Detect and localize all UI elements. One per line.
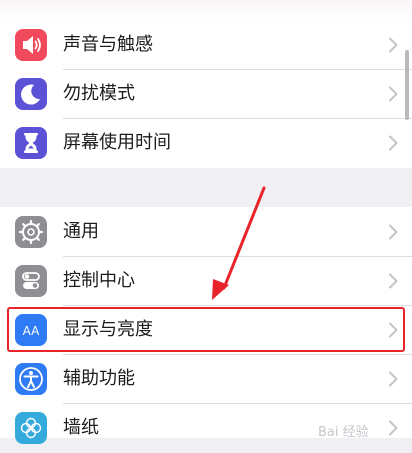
chevron-right-icon [388, 37, 398, 53]
settings-row-sounds[interactable]: 声音与触感 [0, 20, 412, 70]
highlight-box [7, 307, 405, 352]
settings-row-label: 声音与触感 [63, 34, 153, 55]
settings-row-label: 通用 [63, 221, 99, 242]
moon-icon [15, 78, 47, 110]
settings-row-label: 屏幕使用时间 [63, 132, 171, 153]
settings-row-do-not-disturb[interactable]: 勿扰模式 [0, 69, 412, 119]
settings-row-label: 控制中心 [63, 270, 135, 291]
gear-icon [15, 216, 47, 248]
chevron-right-icon [388, 86, 398, 102]
settings-row-label: 墙纸 [63, 417, 99, 438]
settings-row-general[interactable]: 通用 [0, 207, 412, 257]
watermark: Bai 经验 [318, 425, 369, 440]
chevron-right-icon [388, 371, 398, 387]
settings-row-accessibility[interactable]: 辅助功能 [0, 354, 412, 404]
scroll-indicator[interactable] [405, 50, 409, 120]
settings-row-label: 辅助功能 [63, 368, 135, 389]
hourglass-icon [15, 127, 47, 159]
chevron-right-icon [388, 420, 398, 436]
settings-group-1: 声音与触感 勿扰模式 屏幕使用时间 [0, 20, 412, 168]
wallpaper-flower-icon [15, 412, 47, 444]
accessibility-icon [15, 363, 47, 395]
settings-row-screen-time[interactable]: 屏幕使用时间 [0, 118, 412, 168]
chevron-right-icon [388, 224, 398, 240]
settings-row-label: 勿扰模式 [63, 83, 135, 104]
chevron-right-icon [388, 135, 398, 151]
chevron-right-icon [388, 273, 398, 289]
toggles-icon [15, 265, 47, 297]
settings-row-control-center[interactable]: 控制中心 [0, 256, 412, 306]
top-fade [0, 0, 412, 20]
speaker-icon [15, 29, 47, 61]
